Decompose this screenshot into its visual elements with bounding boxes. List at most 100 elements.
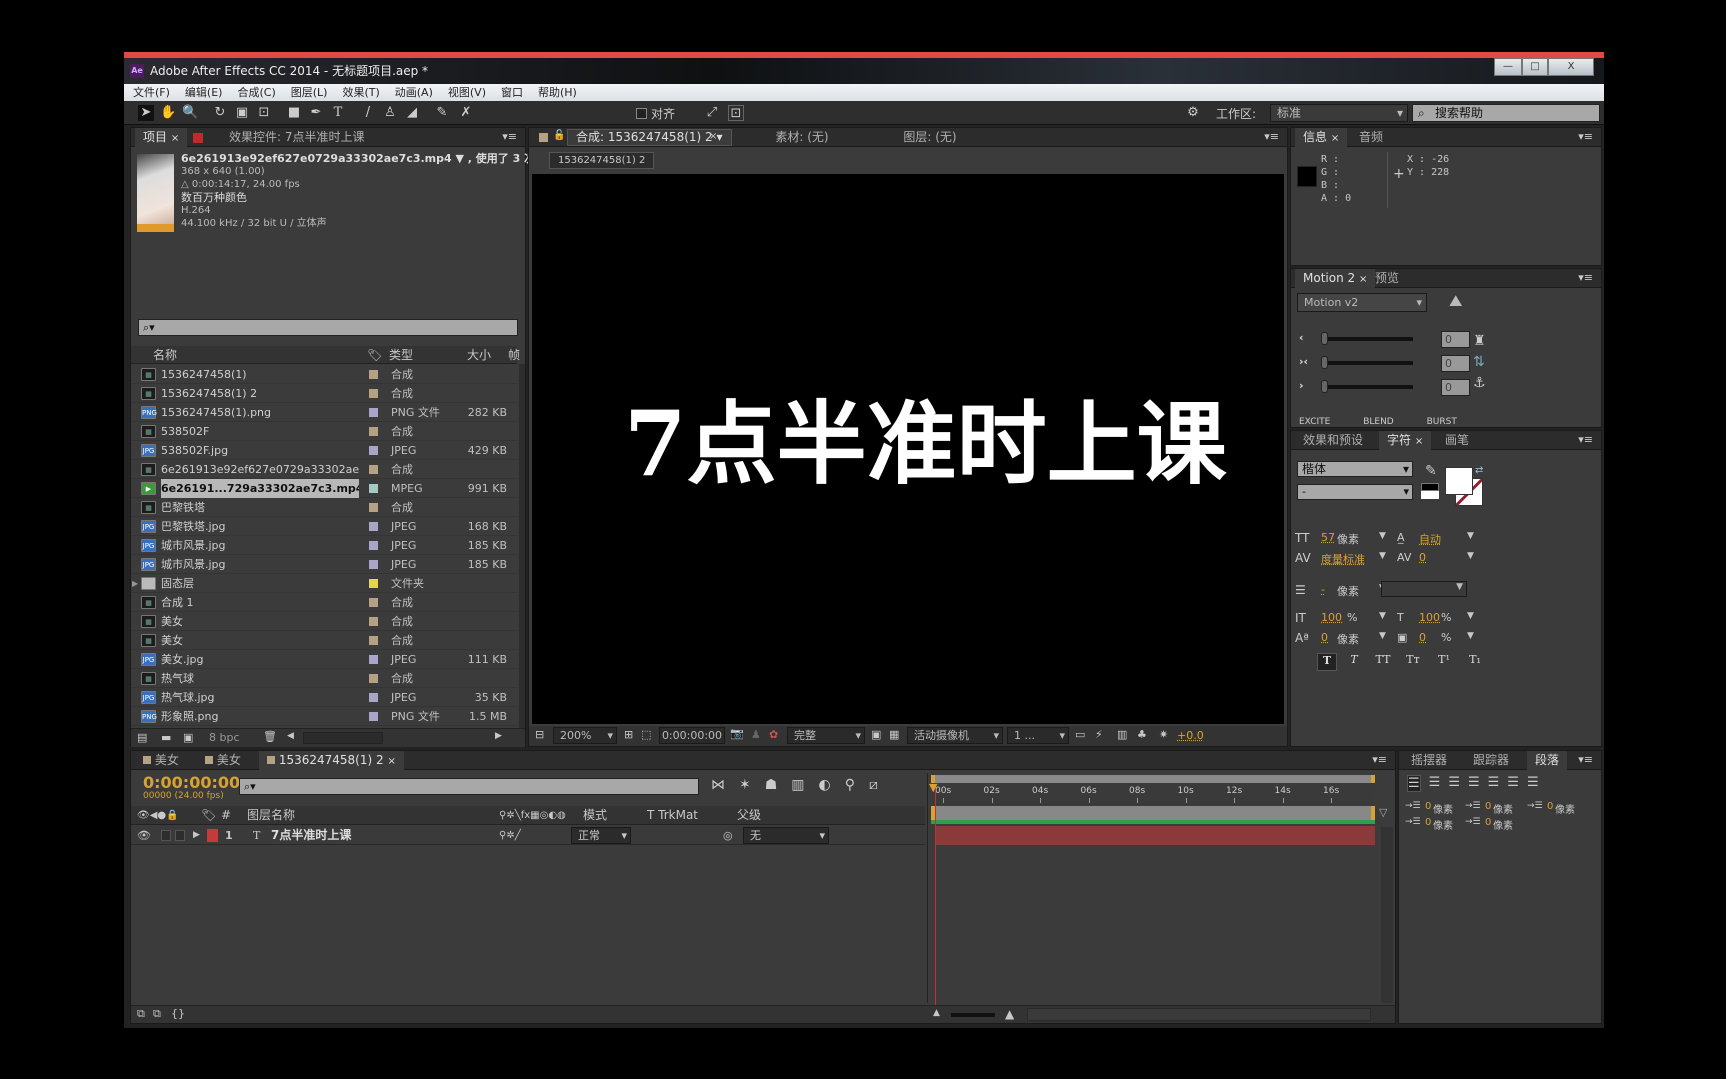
flowchart-icon[interactable]: ♣ — [1137, 728, 1147, 741]
layer-row[interactable]: 👁 ▶ 1 T 7点半准时上课 ⚲✲╱ 正常 ▾ ◎ 无 ▾ — [131, 826, 925, 845]
menu-effect[interactable]: 效果(T) — [342, 86, 379, 99]
comp-mini-flowchart-icon[interactable]: ⋈ — [711, 777, 725, 793]
project-item[interactable]: ▶ 6e26191...729a33302ae7c3.mp4 MPEG 991 … — [131, 479, 517, 498]
chevron-down-icon[interactable]: ▼ — [1379, 611, 1386, 621]
tab-project[interactable]: 项目 × — [135, 128, 188, 147]
chevron-down-icon[interactable]: ▼ — [1467, 531, 1474, 541]
black-swatch[interactable] — [1421, 483, 1439, 491]
bpc-button[interactable]: 8 bpc — [209, 731, 240, 744]
font-family-select[interactable]: 楷体 ▾ — [1297, 461, 1413, 477]
zoom-tool-icon[interactable]: 🔍 — [182, 105, 198, 121]
align-icon[interactable]: ⤢ — [704, 105, 720, 121]
align-center-icon[interactable]: ☰ — [1429, 775, 1441, 792]
tab-effects-presets[interactable]: 效果和预设 — [1295, 431, 1371, 450]
label-color[interactable] — [369, 370, 378, 379]
brush-tool-icon[interactable]: / — [360, 105, 376, 121]
shape-tool-icon[interactable]: ■ — [286, 105, 302, 121]
panel-menu-icon[interactable]: ▾≡ — [502, 130, 517, 143]
current-time-field[interactable]: 0:00:00:00 — [659, 727, 725, 744]
in-out-icon[interactable]: {} — [171, 1007, 185, 1020]
zoom-select[interactable]: 200% ▾ — [553, 727, 617, 744]
timeline-horizontal-scrollbar[interactable] — [1027, 1008, 1371, 1021]
toggle-pixel-icon[interactable]: ▭ — [1075, 728, 1085, 741]
burst-button[interactable]: BURST — [1427, 417, 1457, 427]
text-tool-icon[interactable]: T — [330, 105, 346, 121]
timeline-icon[interactable]: ▥ — [1117, 728, 1127, 741]
project-item[interactable]: ▦ 美女 合成 — [131, 612, 517, 631]
motion-slider-0[interactable] — [1323, 337, 1413, 341]
transfer-controls-icon[interactable]: ⧉ — [153, 1007, 161, 1021]
layer-duration-bar[interactable] — [935, 826, 1375, 845]
label-color[interactable] — [369, 408, 378, 417]
composition-canvas[interactable]: 7点半准时上课 — [532, 174, 1284, 724]
stroke-style-select[interactable]: ▼ — [1381, 581, 1467, 597]
exposure-value[interactable]: +0.0 — [1177, 729, 1204, 742]
safe-areas-icon[interactable]: ⊞ — [624, 728, 633, 741]
label-color[interactable] — [369, 636, 378, 645]
label-color[interactable] — [369, 484, 378, 493]
label-color[interactable] — [369, 465, 378, 474]
text-layer-preview[interactable]: 7点半准时上课 — [624, 394, 1227, 494]
reset-exposure-icon[interactable]: ✷ — [1159, 728, 1168, 741]
white-swatch[interactable] — [1421, 491, 1439, 499]
panel-menu-icon[interactable]: ▾≡ — [1578, 271, 1593, 284]
label-color[interactable] — [369, 541, 378, 550]
swap-colors-icon[interactable]: ⇄ — [1475, 465, 1483, 476]
draft-3d-icon[interactable]: ✶ — [739, 777, 751, 793]
brainstorm-icon[interactable]: ⚲ — [845, 777, 855, 793]
expand-arrow-icon[interactable]: ▶ — [193, 826, 200, 845]
scroll-right-icon[interactable]: ▶ — [495, 731, 502, 741]
frame-blending-icon[interactable]: ▥ — [791, 777, 804, 793]
snapshot-icon[interactable]: 📷 — [730, 727, 744, 740]
tab-info[interactable]: 信息 × — [1295, 128, 1348, 147]
tab-timeline-meinv-2[interactable]: 美女 — [197, 751, 249, 770]
rocket-icon[interactable]: ♜ — [1473, 331, 1486, 352]
label-color[interactable] — [369, 522, 378, 531]
label-color[interactable] — [369, 579, 378, 588]
new-folder-icon[interactable]: ▬ — [161, 731, 171, 744]
timeline-scrollbar[interactable] — [1381, 827, 1393, 1003]
hand-tool-icon[interactable]: ✋ — [160, 105, 176, 121]
column-frame[interactable]: 帧 — [508, 346, 520, 364]
label-color[interactable] — [369, 389, 378, 398]
clone-stamp-tool-icon[interactable]: ♙ — [382, 105, 398, 121]
minimize-button[interactable]: — — [1494, 58, 1522, 76]
project-item[interactable]: JPG 巴黎铁塔.jpg JPEG 168 KB — [131, 517, 517, 536]
leading-value[interactable]: 自动 — [1419, 531, 1441, 547]
lock-icon[interactable]: 🔓 — [553, 130, 565, 141]
camera-select[interactable]: 活动摄像机 ▾ — [907, 727, 1003, 744]
baseline-value[interactable]: 0 — [1321, 631, 1328, 644]
playhead-icon[interactable]: ▼ — [929, 781, 937, 794]
snap-checkbox[interactable] — [636, 108, 647, 119]
panel-menu-icon[interactable]: ▾≡ — [1372, 753, 1387, 766]
tab-paragraph[interactable]: 段落 — [1527, 751, 1568, 770]
tsume-value[interactable]: 0 — [1419, 631, 1426, 644]
comp-navigator-tab[interactable]: 1536247458(1) 2 — [549, 152, 655, 169]
timeline-timecode[interactable]: 0:00:00:00 — [143, 773, 240, 792]
tab-footage[interactable]: 素材: (无) — [741, 128, 863, 147]
tab-wiggler[interactable]: 摇摆器 — [1403, 751, 1455, 770]
pickwhip-icon[interactable]: ◎ — [723, 826, 733, 845]
menu-layer[interactable]: 图层(L) — [291, 86, 328, 99]
superscript-button[interactable]: T¹ — [1431, 653, 1457, 671]
indent-value[interactable]: 0 — [1485, 801, 1491, 812]
subscript-button[interactable]: T₁ — [1463, 653, 1487, 671]
label-color[interactable] — [369, 712, 378, 721]
interpret-footage-icon[interactable]: ▤ — [137, 731, 147, 744]
eraser-tool-icon[interactable]: ◢ — [404, 105, 420, 121]
resolution-select[interactable]: 完整 ▾ — [787, 727, 865, 744]
parent-select[interactable]: 无 ▾ — [743, 827, 829, 844]
rotate-tool-icon[interactable]: ↻ — [212, 105, 228, 121]
puppet-pin-tool-icon[interactable]: ✗ — [458, 105, 474, 121]
timeline-search-input[interactable]: ⌕▾ — [239, 778, 699, 795]
tab-effect-controls[interactable]: 效果控件: 7点半准时上课 — [221, 128, 373, 147]
faux-italic-button[interactable]: T — [1343, 653, 1365, 671]
tab-audio[interactable]: 音频 — [1351, 128, 1391, 147]
tab-composition[interactable]: 合成: 1536247458(1) 2 ▾ — [567, 129, 732, 146]
project-item[interactable]: JPG 城市风景.jpg JPEG 185 KB — [131, 555, 517, 574]
visibility-eye-icon[interactable]: 👁 — [137, 826, 151, 845]
expand-arrow-icon[interactable]: ▶ — [132, 574, 138, 593]
label-color[interactable] — [369, 674, 378, 683]
indent-value[interactable]: 0 — [1547, 801, 1553, 812]
align-left-icon[interactable]: ☰ — [1407, 775, 1421, 792]
